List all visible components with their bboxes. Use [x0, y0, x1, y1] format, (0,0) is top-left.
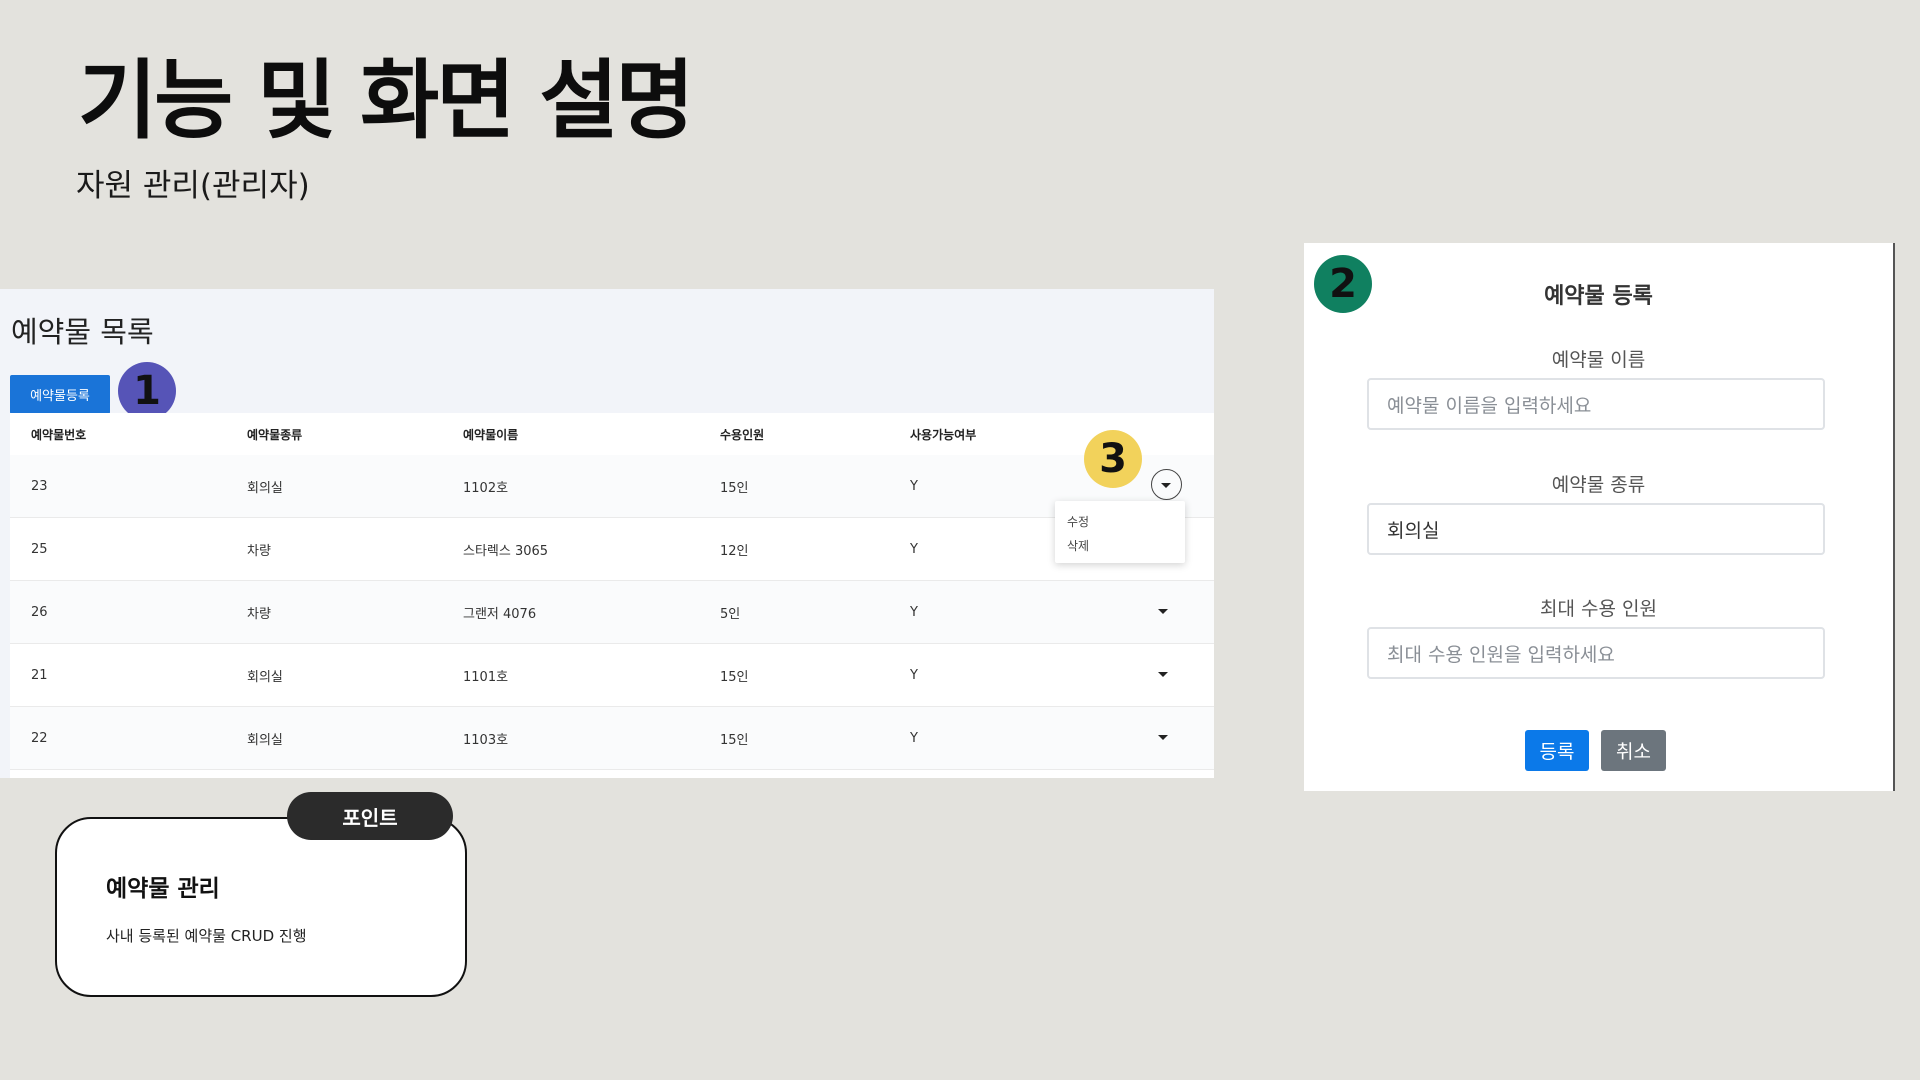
cell-id: 21 — [31, 667, 48, 683]
cell-available: Y — [910, 604, 918, 620]
table-row[interactable]: 23 회의실 1102호 15인 Y — [10, 455, 1214, 518]
table-row[interactable]: 22 회의실 1103호 15인 Y — [10, 707, 1214, 770]
menu-item-edit[interactable]: 수정 — [1067, 513, 1089, 530]
cell-name: 그랜저 4076 — [463, 606, 537, 622]
table-row[interactable]: 25 차량 스타렉스 3065 12인 Y — [10, 518, 1214, 581]
menu-item-delete[interactable]: 삭제 — [1067, 537, 1089, 554]
caret-down-icon — [1161, 482, 1171, 488]
type-label: 예약물 종류 — [1551, 474, 1646, 496]
step-badge-3: 3 — [1084, 430, 1142, 488]
caret-down-icon[interactable] — [1158, 672, 1168, 677]
modal-title: 예약물 등록 — [1544, 284, 1653, 309]
cell-name: 스타렉스 3065 — [463, 543, 549, 559]
capacity-input[interactable]: 최대 수용 인원을 입력하세요 — [1367, 627, 1825, 679]
cell-available: Y — [910, 541, 918, 557]
cell-capacity: 15인 — [720, 732, 749, 748]
name-input[interactable]: 예약물 이름을 입력하세요 — [1367, 378, 1825, 430]
cell-capacity: 5인 — [720, 606, 741, 622]
resource-list-panel: 예약물 목록 예약물등록 1 예약물번호 예약물종류 예약물이름 수용인원 사용… — [0, 289, 1214, 778]
submit-button[interactable]: 등록 — [1525, 730, 1589, 771]
cell-capacity: 12인 — [720, 543, 749, 559]
point-heading: 예약물 관리 — [106, 876, 220, 902]
cell-type: 회의실 — [247, 669, 283, 685]
point-tag: 포인트 — [287, 792, 453, 840]
cell-name: 1103호 — [463, 732, 509, 748]
caret-down-icon[interactable] — [1158, 609, 1168, 614]
point-card: 예약물 관리 사내 등록된 예약물 CRUD 진행 — [55, 817, 467, 997]
name-label: 예약물 이름 — [1551, 349, 1646, 371]
slide-title: 기능 및 화면 설명 — [78, 51, 695, 151]
cell-capacity: 15인 — [720, 669, 749, 685]
column-header-type: 예약물종류 — [247, 427, 303, 442]
cancel-button[interactable]: 취소 — [1601, 730, 1666, 771]
cell-available: Y — [910, 667, 918, 683]
register-resource-button[interactable]: 예약물등록 — [10, 375, 110, 414]
cell-name: 1101호 — [463, 669, 509, 685]
cell-type: 회의실 — [247, 732, 283, 748]
cell-id: 22 — [31, 730, 48, 746]
point-description: 사내 등록된 예약물 CRUD 진행 — [106, 927, 307, 945]
register-resource-modal: 2 예약물 등록 예약물 이름 예약물 이름을 입력하세요 예약물 종류 회의실… — [1304, 243, 1895, 791]
cell-type: 회의실 — [247, 480, 283, 496]
column-header-name: 예약물이름 — [463, 427, 519, 442]
table-row[interactable]: 21 회의실 1101호 15인 Y — [10, 644, 1214, 707]
cell-capacity: 15인 — [720, 480, 749, 496]
capacity-label: 최대 수용 인원 — [1540, 598, 1657, 620]
type-input[interactable]: 회의실 — [1367, 503, 1825, 555]
table-row[interactable]: 26 차량 그랜저 4076 5인 Y — [10, 581, 1214, 644]
list-title: 예약물 목록 — [11, 315, 154, 349]
cell-type: 차량 — [247, 543, 271, 559]
row-action-menu: 수정 삭제 — [1055, 501, 1185, 563]
cell-id: 25 — [31, 541, 48, 557]
slide-subtitle: 자원 관리(관리자) — [76, 168, 310, 204]
step-badge-1: 1 — [118, 362, 176, 420]
column-header-available: 사용가능여부 — [910, 427, 977, 442]
cell-id: 23 — [31, 478, 48, 494]
resource-table: 예약물번호 예약물종류 예약물이름 수용인원 사용가능여부 23 회의실 110… — [10, 413, 1214, 778]
cell-id: 26 — [31, 604, 48, 620]
row-action-toggle[interactable] — [1151, 469, 1182, 500]
cell-available: Y — [910, 478, 918, 494]
cell-name: 1102호 — [463, 480, 509, 496]
cell-type: 차량 — [247, 606, 271, 622]
caret-down-icon[interactable] — [1158, 735, 1168, 740]
column-header-capacity: 수용인원 — [720, 427, 765, 442]
table-header: 예약물번호 예약물종류 예약물이름 수용인원 사용가능여부 — [10, 413, 1214, 456]
cell-available: Y — [910, 730, 918, 746]
column-header-id: 예약물번호 — [31, 427, 87, 442]
